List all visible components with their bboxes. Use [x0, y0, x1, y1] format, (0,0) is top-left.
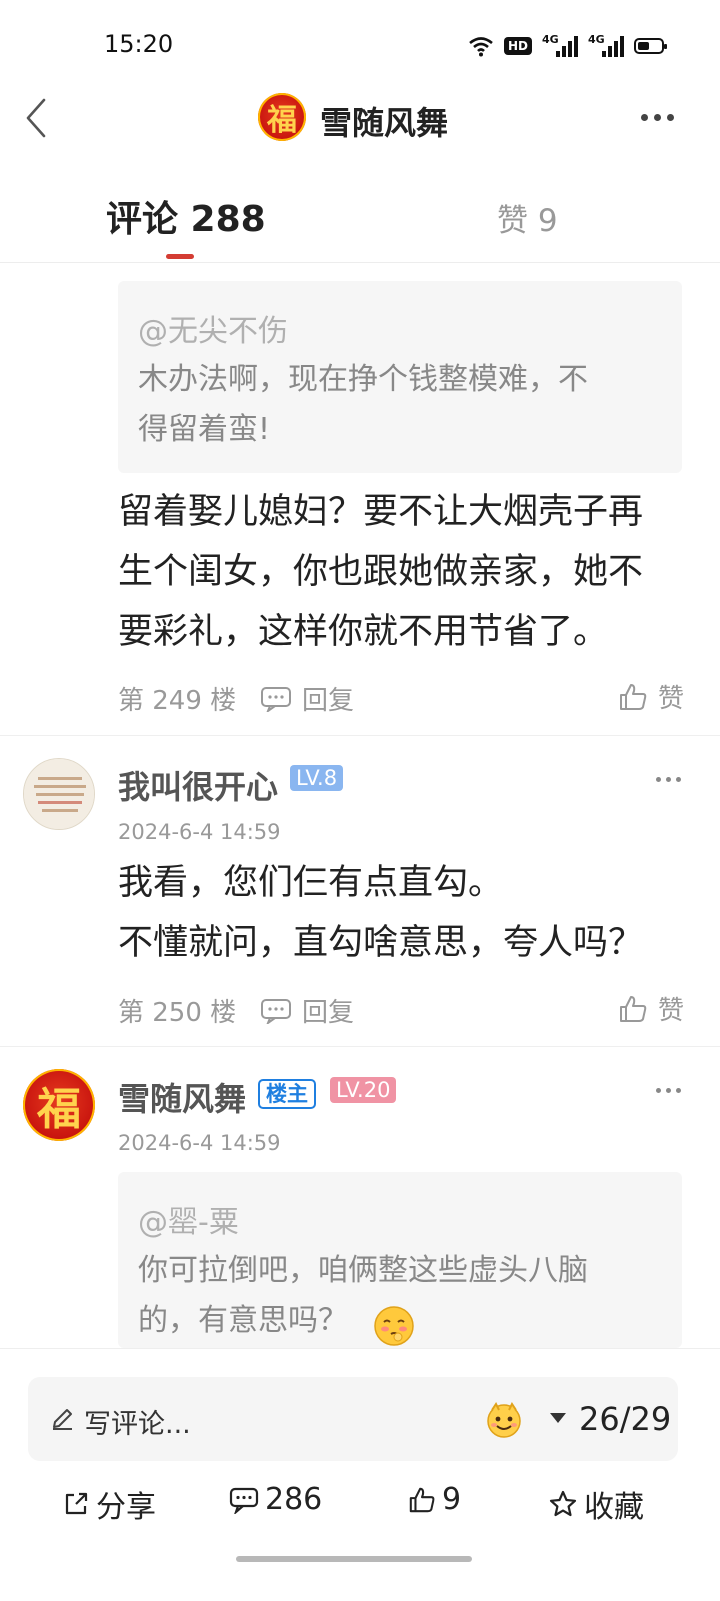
comment-more-icon[interactable]	[656, 777, 681, 782]
comment-more-icon[interactable]	[656, 1088, 681, 1093]
like-button[interactable]: 赞	[618, 990, 684, 1027]
share-button[interactable]: 分享	[62, 1482, 156, 1526]
more-icon[interactable]	[641, 114, 674, 121]
user-avatar[interactable]	[23, 758, 95, 830]
quoted-username: @无尖不伤	[138, 314, 288, 349]
wifi-icon	[469, 37, 493, 57]
owner-badge: 楼主	[258, 1079, 316, 1109]
comment-text-line: 生个闺女，你也跟她做亲家，她不	[118, 552, 644, 592]
comment-icon	[229, 1487, 259, 1514]
status-time: 15:20	[104, 30, 174, 58]
status-icons: HD 4G 4G	[468, 33, 667, 59]
header-title[interactable]: 雪随风舞	[320, 98, 448, 144]
level-badge: LV.20	[330, 1077, 397, 1103]
floor-number: 第 249 楼	[118, 686, 237, 716]
comment-text-line: 我看，您们仨有点直勾。	[118, 863, 504, 903]
battery-icon	[634, 38, 667, 54]
username[interactable]: 雪随风舞	[118, 1074, 246, 1120]
username[interactable]: 我叫很开心	[118, 762, 278, 808]
tab-likes[interactable]: 赞 9	[497, 195, 558, 240]
quoted-text-line: 你可拉倒吧，咱俩整这些虚头八脑	[138, 1253, 588, 1288]
comment-text-line: 要彩礼，这样你就不用节省了。	[118, 612, 609, 652]
avatar-image	[24, 759, 94, 829]
comment-text-line: 不懂就问，直勾啥意思，夸人吗？	[118, 923, 644, 963]
share-icon	[65, 1492, 88, 1515]
comments-button[interactable]: 286	[229, 1482, 322, 1517]
emoji-icon[interactable]	[484, 1400, 524, 1440]
signal-icon-2: 4G	[588, 33, 624, 57]
comment-divider	[0, 1046, 720, 1047]
reply-button[interactable]: 回复	[260, 992, 354, 1029]
tab-comments[interactable]: 评论 288	[106, 190, 266, 242]
shy-emoji-icon	[374, 1306, 414, 1346]
like-post-button[interactable]: 9	[408, 1482, 461, 1517]
quoted-text-line: 得留着蛮!	[138, 412, 271, 447]
tab-active-indicator	[166, 254, 194, 259]
comment-time: 2024-6-4 14:59	[118, 820, 281, 844]
quoted-username: @罂-粟	[138, 1205, 239, 1240]
comment-input-placeholder[interactable]: 写评论...	[84, 1402, 191, 1441]
user-avatar[interactable]: 福	[23, 1069, 95, 1141]
signal-icon: 4G	[542, 33, 578, 57]
tabs-divider	[0, 262, 720, 263]
home-indicator[interactable]	[236, 1556, 472, 1562]
hd-badge: HD	[503, 37, 532, 55]
comment-time: 2024-6-4 14:59	[118, 1131, 281, 1155]
like-button[interactable]: 赞	[618, 678, 684, 715]
level-badge: LV.8	[290, 765, 344, 791]
pencil-icon	[53, 1409, 72, 1430]
quoted-text-line: 的，有意思吗？	[138, 1303, 348, 1338]
comment-divider	[0, 735, 720, 736]
reply-icon	[261, 686, 291, 712]
collect-button[interactable]: 收藏	[548, 1482, 644, 1526]
thumb-up-icon	[409, 1487, 435, 1512]
reply-button[interactable]: 回复	[260, 680, 354, 717]
page-indicator[interactable]: 26/29	[579, 1400, 671, 1438]
thumb-up-icon	[620, 995, 647, 1022]
star-icon	[549, 1490, 577, 1517]
sort-down-icon[interactable]	[548, 1411, 568, 1425]
quoted-text-line: 木办法啊，现在挣个钱整模难，不	[138, 362, 588, 397]
comment-text-line: 留着娶儿媳妇？要不让大烟壳子再	[118, 492, 644, 532]
thumb-up-icon	[620, 683, 647, 710]
reply-icon	[261, 998, 291, 1024]
back-icon[interactable]	[18, 98, 58, 138]
header-avatar[interactable]: 福	[258, 93, 306, 141]
floor-number: 第 250 楼	[118, 998, 237, 1028]
